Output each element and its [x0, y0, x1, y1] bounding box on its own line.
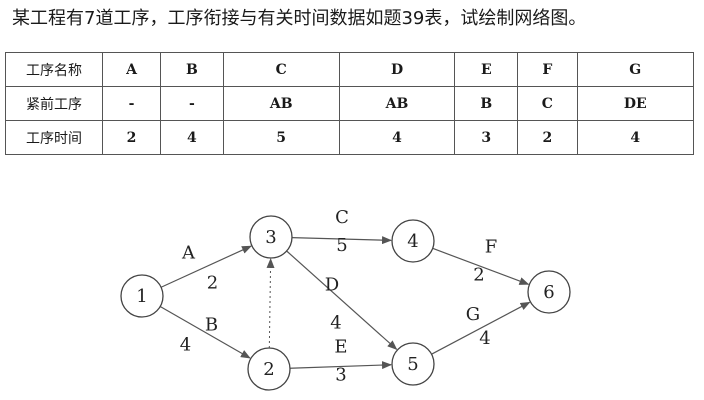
edge-label-name: B [205, 315, 218, 336]
node-label: 4 [407, 231, 418, 252]
table-row: 工序名称 A B C D E F G [5, 52, 695, 87]
table-cell: A [101, 52, 162, 87]
edge-label-name: C [335, 207, 349, 228]
table-row: 紧前工序 - - AB AB B C DE [5, 86, 695, 121]
edge-label-time: 3 [335, 365, 346, 386]
table-row: 工序时间 2 4 5 4 3 2 4 [5, 120, 695, 155]
edge-label-time: 5 [336, 235, 347, 256]
edge-3-5 [286, 250, 398, 351]
table-cell: C [222, 52, 340, 87]
table-cell: 4 [338, 120, 456, 155]
table-cell: - [101, 86, 162, 121]
table-cell: D [338, 52, 456, 87]
node-label: 5 [407, 354, 418, 375]
edge-label-name: E [334, 337, 347, 358]
table-cell: AB [338, 86, 456, 121]
edge-label-time: 2 [207, 273, 218, 294]
node-label: 1 [136, 286, 147, 307]
edge-label-time: 2 [473, 265, 484, 286]
table-cell: B [160, 52, 224, 87]
edge-2-3 [266, 257, 275, 349]
network-diagram: A2B4C5D4E3F2G4123 456 [120, 207, 571, 391]
edge-label-name: F [485, 237, 498, 258]
node-label: 2 [263, 359, 274, 380]
operations-table: 工序名称 A B C D E F G 紧前工序 - - AB AB B C DE… [5, 52, 695, 155]
edge-label-time: 4 [330, 313, 341, 334]
node-label: 3 [265, 227, 276, 248]
row-header: 紧前工序 [5, 86, 103, 121]
table-cell: DE [576, 86, 695, 121]
table-cell: F [517, 52, 578, 87]
row-header: 工序时间 [5, 120, 103, 155]
edge-label-time: 4 [180, 335, 191, 356]
edge-label-name: D [325, 275, 339, 296]
edge-label-name: A [181, 243, 196, 264]
table-cell: 2 [517, 120, 578, 155]
table-cell: 4 [576, 120, 695, 155]
table-cell: B [454, 86, 519, 121]
table-cell: - [160, 86, 224, 121]
table-cell: 2 [101, 120, 162, 155]
table-cell: AB [222, 86, 340, 121]
node-label: 6 [543, 282, 554, 303]
question-text: 某工程有7道工序，工序衔接与有关时间数据如题39表，试绘制网络图。 [12, 8, 587, 29]
table-cell: E [454, 52, 519, 87]
row-header: 工序名称 [5, 52, 103, 87]
edge-label-time: 4 [479, 328, 490, 349]
table-cell: 5 [222, 120, 340, 155]
edge-label-name: G [466, 304, 480, 325]
table-cell: G [576, 52, 695, 87]
table-cell: 3 [454, 120, 519, 155]
table-cell: 4 [160, 120, 224, 155]
table-cell: C [517, 86, 578, 121]
